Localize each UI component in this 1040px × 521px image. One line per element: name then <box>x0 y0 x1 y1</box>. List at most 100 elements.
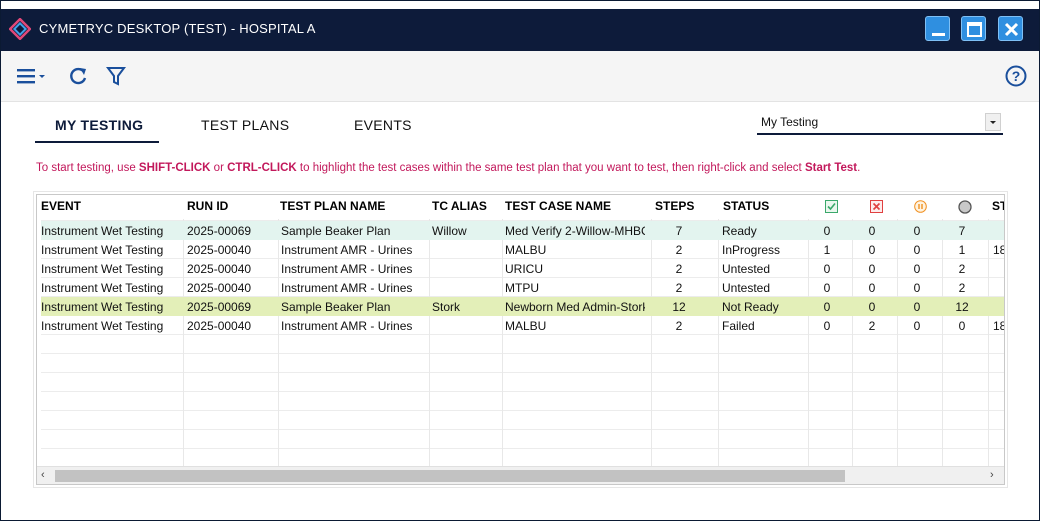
tab-test-plans[interactable]: TEST PLANS <box>201 117 289 133</box>
column-header-steps[interactable]: STEPS <box>655 199 694 213</box>
table-row[interactable]: Instrument Wet Testing 2025-00069 Sample B… <box>41 221 1004 240</box>
failed-x-icon[interactable] <box>870 200 883 213</box>
instructions-shift-click: SHIFT-CLICK <box>138 162 211 174</box>
column-header-test-case-name[interactable]: TEST CASE NAME <box>505 199 611 213</box>
column-header-run-id[interactable]: RUN ID <box>187 199 228 213</box>
cell-run-id: 2025-00069 <box>187 300 252 314</box>
cell-failed-count: 0 <box>868 243 876 257</box>
instructions-part: . <box>857 162 861 174</box>
instructions-part: or <box>210 162 228 174</box>
cell-steps: 2 <box>675 262 683 276</box>
cell-test-plan-name: Sample Beaker Plan <box>281 224 391 238</box>
table-row[interactable]: Instrument Wet Testing 2025-00040 Instrume… <box>41 259 1004 278</box>
table-row[interactable]: Instrument Wet Testing 2025-00040 Instrume… <box>41 316 1004 335</box>
scroll-right-arrow-icon[interactable]: › <box>990 469 994 481</box>
filter-icon[interactable] <box>105 65 127 87</box>
cell-not-run-count: 2 <box>958 262 966 276</box>
cell-passed-count: 0 <box>823 319 831 333</box>
cell-test-case-name: Newborn Med Admin-Stork... <box>505 300 645 314</box>
close-button[interactable] <box>998 16 1023 41</box>
cell-passed-count: 0 <box>823 300 831 314</box>
grid-row-line <box>41 429 1004 430</box>
cell-not-run-count: 12 <box>955 300 969 314</box>
maximize-icon <box>967 22 982 37</box>
cell-failed-count: 0 <box>868 300 876 314</box>
cell-paused-count: 0 <box>913 262 921 276</box>
top-strip <box>1 1 1039 9</box>
instructions-part: to highlight the test cases within the s… <box>296 162 805 174</box>
view-select-dropdown-button[interactable] <box>985 113 1001 131</box>
title-bar[interactable]: CYMETRYC DESKTOP (TEST) - HOSPITAL A <box>1 9 1039 51</box>
help-icon[interactable]: ? <box>1004 64 1028 88</box>
not-run-circle-icon[interactable] <box>958 200 972 214</box>
instructions-ctrl-click: CTRL-CLICK <box>227 162 297 174</box>
cell-paused-count: 0 <box>913 243 921 257</box>
grid-header: EVENT RUN ID TEST PLAN NAME TC ALIAS TES… <box>37 195 1004 219</box>
cell-paused-count: 0 <box>913 300 921 314</box>
cell-run-id: 2025-00040 <box>187 319 252 333</box>
scroll-left-arrow-icon[interactable]: ‹ <box>41 469 45 481</box>
cell-run-id: 2025-00040 <box>187 281 252 295</box>
scrollbar-thumb[interactable] <box>55 470 845 482</box>
paused-icon[interactable] <box>914 200 927 213</box>
refresh-icon[interactable] <box>67 65 89 87</box>
column-header-tc-alias[interactable]: TC ALIAS <box>432 199 487 213</box>
cell-test-case-name: MALBU <box>505 319 547 333</box>
cell-event: Instrument Wet Testing <box>41 224 164 238</box>
cell-event: Instrument Wet Testing <box>41 281 164 295</box>
cell-status: Ready <box>722 224 757 238</box>
column-header-status[interactable]: STATUS <box>723 199 769 213</box>
cell-failed-count: 0 <box>868 262 876 276</box>
minimize-button[interactable] <box>925 16 950 41</box>
grid-row-line <box>41 353 1004 354</box>
grid-row-line <box>41 391 1004 392</box>
cell-test-plan-name: Instrument AMR - Urines <box>281 319 413 333</box>
column-header-test-plan-name[interactable]: TEST PLAN NAME <box>280 199 385 213</box>
cell-status: InProgress <box>722 243 781 257</box>
grid-row-line <box>41 448 1004 449</box>
chevron-down-icon <box>990 121 996 124</box>
passed-check-icon[interactable] <box>825 200 838 213</box>
view-select[interactable]: My Testing <box>757 111 1003 135</box>
column-header-cut[interactable]: ST <box>992 199 1004 213</box>
cell-test-case-name: MTPU <box>505 281 539 295</box>
cell-failed-count: 2 <box>868 319 876 333</box>
cell-tc-alias: Willow <box>432 224 467 238</box>
cell-test-plan-name: Sample Beaker Plan <box>281 300 391 314</box>
cell-steps: 2 <box>675 281 683 295</box>
svg-text:?: ? <box>1012 68 1021 84</box>
cell-test-case-name: URICU <box>505 262 543 276</box>
cell-test-case-name: Med Verify 2-Willow-MHBC... <box>505 224 645 238</box>
cell-run-id: 2025-00040 <box>187 243 252 257</box>
column-header-event[interactable]: EVENT <box>41 199 81 213</box>
cell-paused-count: 0 <box>913 224 921 238</box>
view-select-value: My Testing <box>761 115 819 129</box>
cell-cut: 18 <box>993 319 1004 333</box>
cell-failed-count: 0 <box>868 281 876 295</box>
cell-event: Instrument Wet Testing <box>41 319 164 333</box>
table-row[interactable]: Instrument Wet Testing 2025-00040 Instrume… <box>41 278 1004 297</box>
cell-steps: 2 <box>675 319 683 333</box>
grid-row-line <box>41 410 1004 411</box>
horizontal-scrollbar[interactable]: ‹ › <box>37 466 1004 484</box>
table-row[interactable]: Instrument Wet Testing 2025-00040 Instrume… <box>41 240 1004 259</box>
minimize-icon <box>932 33 945 36</box>
test-cases-grid: EVENT RUN ID TEST PLAN NAME TC ALIAS TES… <box>36 194 1005 485</box>
cell-paused-count: 0 <box>913 319 921 333</box>
cell-not-run-count: 7 <box>958 224 966 238</box>
cell-run-id: 2025-00069 <box>187 224 252 238</box>
cell-test-plan-name: Instrument AMR - Urines <box>281 243 413 257</box>
instructions-part: To start testing, use <box>36 162 139 174</box>
cell-steps: 2 <box>675 243 683 257</box>
cell-passed-count: 0 <box>823 262 831 276</box>
tab-events[interactable]: EVENTS <box>354 117 412 133</box>
maximize-button[interactable] <box>961 16 986 41</box>
tab-my-testing[interactable]: MY TESTING <box>55 117 143 133</box>
cell-tc-alias: Stork <box>432 300 461 314</box>
toolbar: ? <box>1 51 1039 102</box>
cell-not-run-count: 1 <box>958 243 966 257</box>
cell-test-plan-name: Instrument AMR - Urines <box>281 262 413 276</box>
table-row[interactable]: Instrument Wet Testing 2025-00069 Sample B… <box>41 297 1004 316</box>
cell-status: Untested <box>722 262 771 276</box>
hamburger-menu-icon[interactable] <box>15 65 47 87</box>
